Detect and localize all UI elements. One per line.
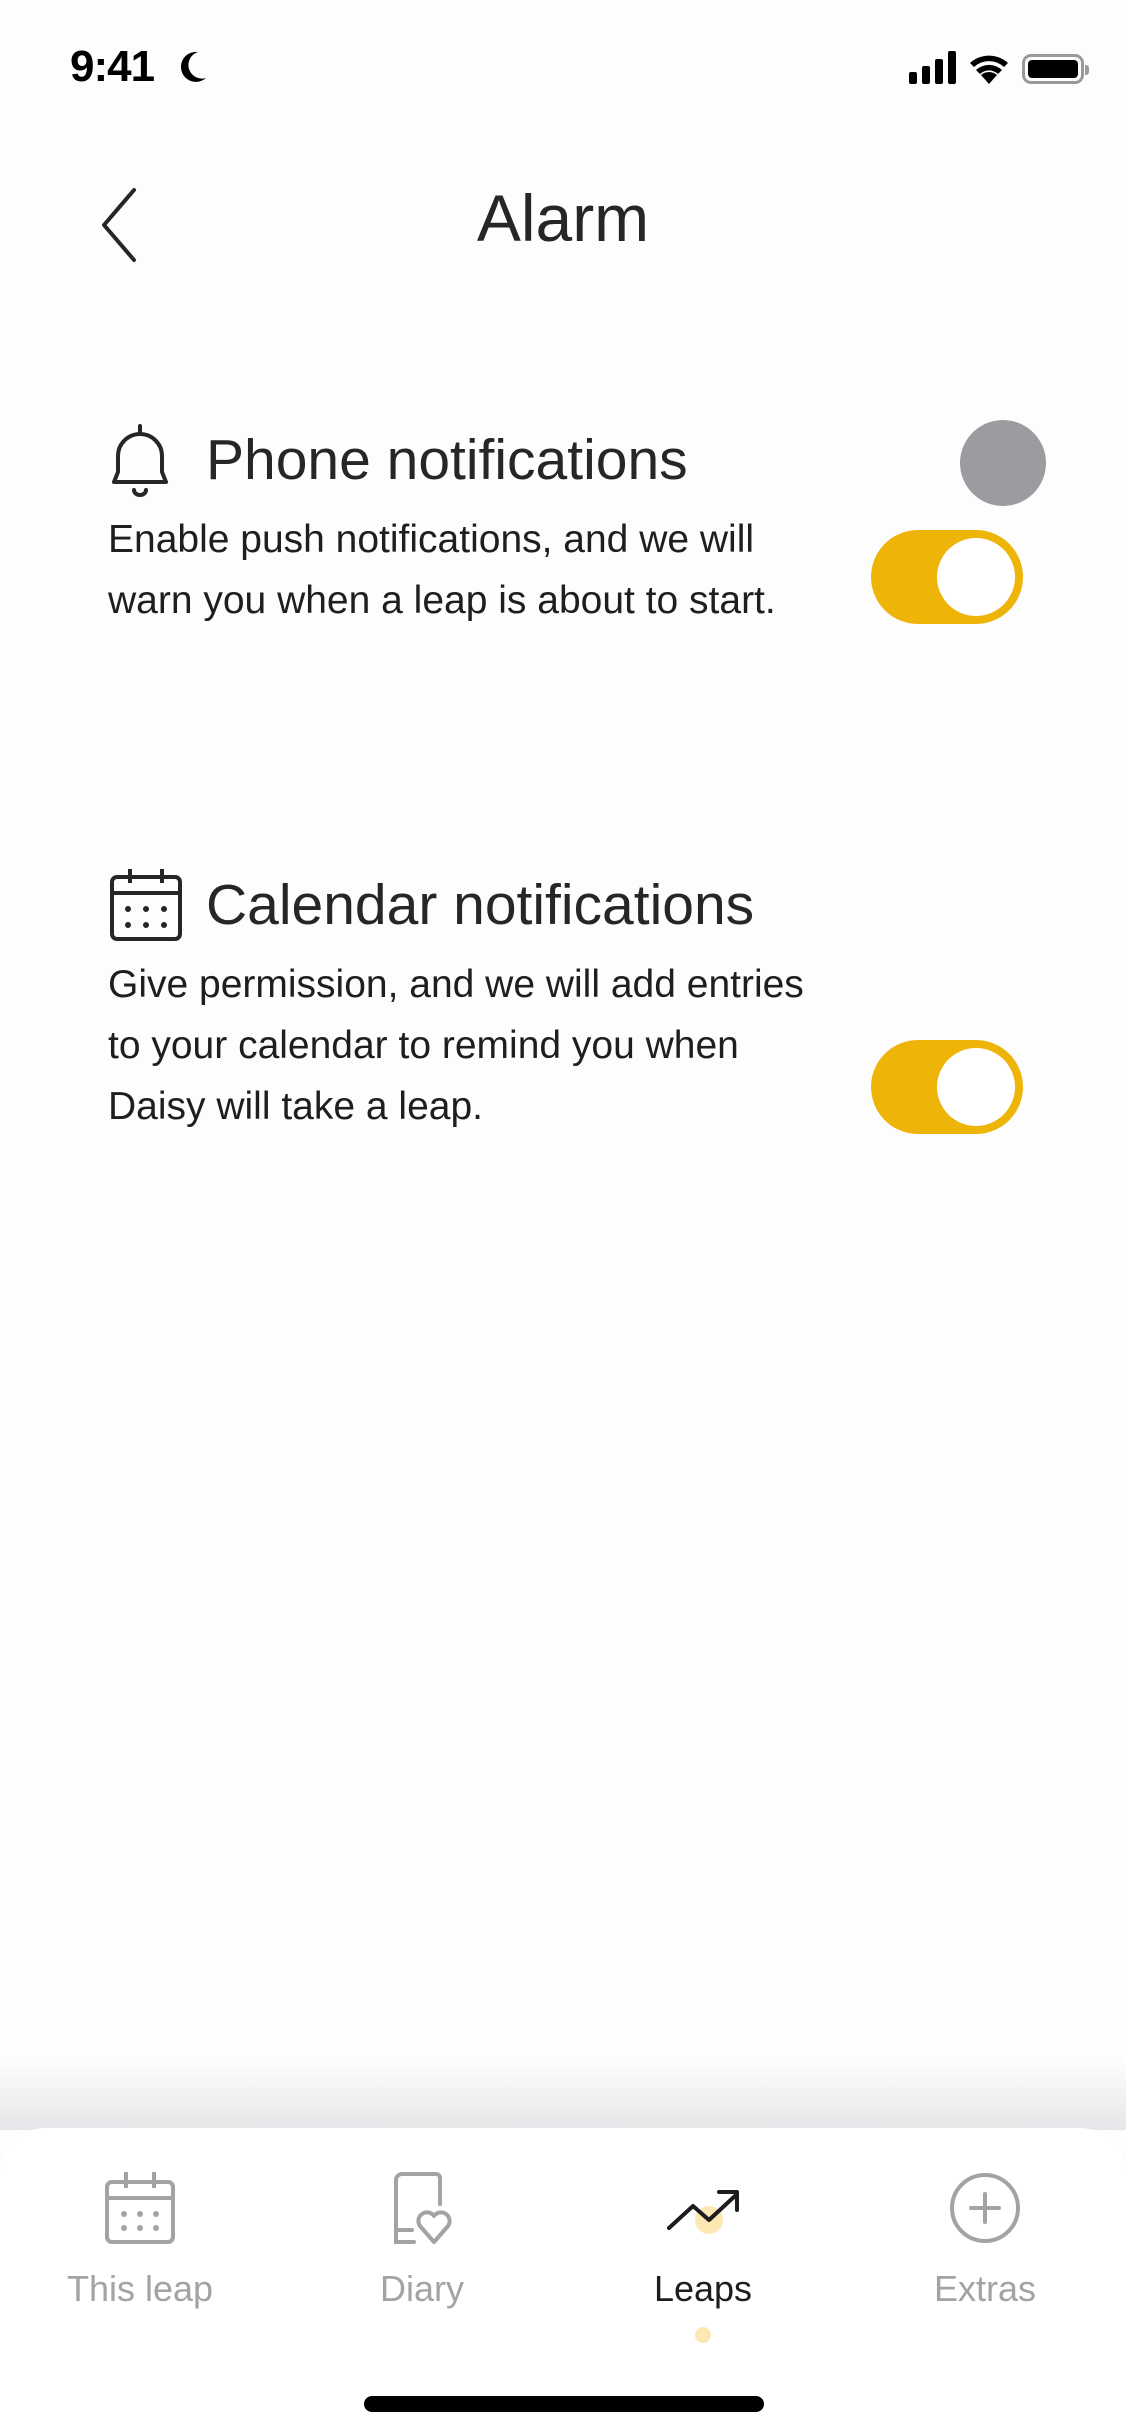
- home-indicator[interactable]: [364, 2396, 764, 2412]
- bell-icon: [108, 420, 184, 500]
- section-title: Calendar notifications: [206, 873, 755, 937]
- status-icons: [909, 50, 1089, 84]
- battery-icon: [1022, 54, 1089, 84]
- calendar-icon: [108, 865, 184, 945]
- toggle-knob: [937, 538, 1015, 616]
- tab-diary[interactable]: Diary: [312, 2168, 532, 2338]
- tab-label: Extras: [933, 2268, 1037, 2309]
- section-description: Enable push notifications, and we will w…: [108, 518, 776, 622]
- phone-notifications-toggle[interactable]: [871, 530, 1023, 624]
- status-time: 9:41: [70, 42, 155, 91]
- toggle-touch-indicator: [960, 420, 1046, 506]
- tab-label: This leap: [66, 2268, 214, 2309]
- active-tab-indicator: [695, 2327, 711, 2343]
- diary-heart-icon: [382, 2168, 462, 2248]
- status-bar: 9:41: [0, 0, 1126, 140]
- calendar-icon: [100, 2168, 180, 2248]
- tab-extras[interactable]: Extras: [875, 2168, 1095, 2338]
- section-description: Give permission, and we will add entries…: [108, 963, 804, 1128]
- section-title: Phone notifications: [206, 428, 688, 492]
- moon-icon: [180, 51, 206, 82]
- page-title: Alarm: [476, 181, 650, 255]
- tab-this-leap[interactable]: This leap: [30, 2168, 250, 2338]
- tab-label: Leaps: [653, 2268, 753, 2309]
- tab-leaps[interactable]: Leaps: [593, 2168, 813, 2338]
- plus-circle-icon: [945, 2168, 1025, 2248]
- tab-bar: This leap Diary Leaps Extras: [0, 2128, 1126, 2436]
- signal-icon: [909, 50, 956, 84]
- tab-bar-shadow: [0, 2060, 1126, 2130]
- toggle-knob: [937, 1048, 1015, 1126]
- tab-label: Diary: [379, 2268, 464, 2309]
- trending-up-icon: [663, 2168, 743, 2248]
- calendar-notifications-toggle[interactable]: [871, 1040, 1023, 1134]
- wifi-icon: [970, 55, 1008, 84]
